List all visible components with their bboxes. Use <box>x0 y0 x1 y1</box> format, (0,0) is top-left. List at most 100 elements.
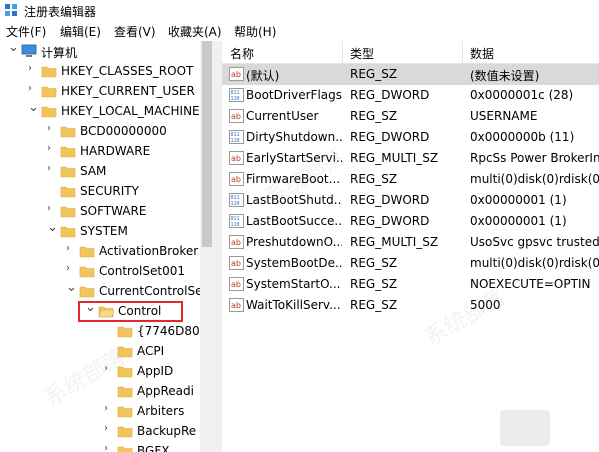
tree-node[interactable]: › HARDWARE <box>0 141 200 161</box>
menu-favorites[interactable]: 收藏夹(A) <box>168 23 222 40</box>
tree-node-label: SECURITY <box>80 184 139 198</box>
value-type: REG_SZ <box>350 109 398 123</box>
table-row[interactable]: ab CurrentUser REG_SZ USERNAME <box>222 106 599 127</box>
value-name: FirmwareBoot... <box>246 172 341 186</box>
chevron-down-icon[interactable]: ⌄ <box>28 100 39 115</box>
value-data: USERNAME <box>470 109 538 123</box>
tree-node[interactable]: ⌄ SYSTEM <box>0 220 200 241</box>
menu-edit[interactable]: 编辑(E) <box>60 23 101 40</box>
tree-node[interactable]: ⌄ CurrentControlSet <box>0 280 200 301</box>
folder-icon <box>117 404 133 418</box>
chevron-right-icon[interactable]: › <box>47 203 57 217</box>
value-data: UsoSvc gpsvc trustedi <box>470 235 599 249</box>
value-name: LastBootShutd... <box>246 193 342 207</box>
registry-tree[interactable]: ⌄ 计算机 › HKEY_CLASSES_ROOT › HKEY_CURRENT… <box>0 41 200 452</box>
tree-node[interactable]: {7746D80F <box>0 321 200 341</box>
svg-text:ab: ab <box>231 280 241 289</box>
table-row[interactable]: 011 110 LastBootShutd... REG_DWORD 0x0000… <box>222 190 599 211</box>
reg-string-icon: ab <box>229 277 244 291</box>
menu-file[interactable]: 文件(F) <box>6 23 46 40</box>
table-row[interactable]: 011 110 DirtyShutdown... REG_DWORD 0x0000… <box>222 127 599 148</box>
table-row[interactable]: ab SystemStartO... REG_SZ NOEXECUTE=OPTI… <box>222 274 599 295</box>
folder-icon <box>117 324 133 338</box>
svg-text:ab: ab <box>231 154 241 163</box>
chevron-right-icon[interactable]: › <box>47 163 57 177</box>
chevron-right-icon[interactable]: › <box>104 363 114 377</box>
tree-node-label: HARDWARE <box>80 144 151 158</box>
tree-node[interactable]: › AppID <box>0 361 200 381</box>
folder-icon <box>117 364 133 378</box>
value-data: multi(0)disk(0)rdisk(0) <box>470 256 599 270</box>
tree-node[interactable]: › BackupRe <box>0 421 200 441</box>
tree-node[interactable]: › ControlSet001 <box>0 261 200 281</box>
chevron-down-icon[interactable]: ⌄ <box>47 220 58 235</box>
chevron-right-icon[interactable]: › <box>104 443 114 452</box>
table-row[interactable]: ab PreshutdownO... REG_MULTI_SZ UsoSvc g… <box>222 232 599 253</box>
chevron-right-icon[interactable]: › <box>28 83 38 97</box>
menu-view[interactable]: 查看(V) <box>114 23 156 40</box>
folder-icon <box>41 84 57 98</box>
folder-icon <box>60 164 76 178</box>
table-row[interactable]: ab (默认) REG_SZ (数值未设置) <box>222 64 599 85</box>
chevron-right-icon[interactable]: › <box>66 243 76 257</box>
value-type: REG_DWORD <box>350 214 430 228</box>
chevron-right-icon[interactable]: › <box>104 403 114 417</box>
svg-text:110: 110 <box>231 201 240 207</box>
column-data-header[interactable]: 数据 <box>470 45 494 62</box>
value-name: BootDriverFlags <box>246 88 342 102</box>
tree-node[interactable]: ⌄ 计算机 <box>0 41 200 61</box>
table-row[interactable]: ab EarlyStartServi... REG_MULTI_SZ RpcSs… <box>222 148 599 169</box>
tree-node-label: CurrentControlSet <box>99 284 200 298</box>
chevron-right-icon[interactable]: › <box>104 423 114 437</box>
chevron-down-icon[interactable]: ⌄ <box>8 41 19 55</box>
table-row[interactable]: ab SystemBootDe... REG_SZ multi(0)disk(0… <box>222 253 599 274</box>
list-header: 名称 类型 数据 <box>222 41 599 64</box>
tree-node[interactable]: › Arbiters <box>0 401 200 421</box>
tree-node[interactable]: › ActivationBroker <box>0 241 200 261</box>
value-type: REG_DWORD <box>350 193 430 207</box>
column-type-header[interactable]: 类型 <box>350 45 374 62</box>
table-row[interactable]: ab FirmwareBoot... REG_SZ multi(0)disk(0… <box>222 169 599 190</box>
reg-string-icon: ab <box>229 256 244 270</box>
tree-scrollbar-thumb[interactable] <box>202 41 212 247</box>
values-list[interactable]: 名称 类型 数据 ab (默认) REG_SZ (数值未设置) 011 110 B… <box>222 41 599 452</box>
table-row[interactable]: 011 110 BootDriverFlags REG_DWORD 0x00000… <box>222 85 599 106</box>
chevron-right-icon[interactable]: › <box>47 123 57 137</box>
value-type: REG_MULTI_SZ <box>350 151 439 165</box>
reg-string-icon: ab <box>229 298 244 312</box>
reg-string-icon: ab <box>229 235 244 249</box>
tree-node[interactable]: SECURITY <box>0 181 200 201</box>
tree-node[interactable]: › SAM <box>0 161 200 181</box>
column-name-header[interactable]: 名称 <box>230 45 254 62</box>
folder-icon <box>79 244 95 258</box>
tree-node-label: ActivationBroker <box>99 244 199 258</box>
menu-bar: 文件(F) 编辑(E) 查看(V) 收藏夹(A) 帮助(H) <box>0 20 599 40</box>
value-name: PreshutdownO... <box>246 235 342 249</box>
tree-node[interactable]: AppReadi <box>0 381 200 401</box>
chevron-down-icon[interactable]: ⌄ <box>66 280 77 295</box>
table-row[interactable]: 011 110 LastBootSucce... REG_DWORD 0x0000… <box>222 211 599 232</box>
value-type: REG_SZ <box>350 67 398 81</box>
tree-node[interactable]: ⌄ HKEY_LOCAL_MACHINE <box>0 100 200 121</box>
folder-icon <box>41 104 57 118</box>
tree-node[interactable]: › HKEY_CURRENT_USER <box>0 81 200 101</box>
tree-node-label: HKEY_CURRENT_USER <box>61 84 195 98</box>
reg-string-icon: ab <box>229 109 244 123</box>
tree-node[interactable]: ACPI <box>0 341 200 361</box>
folder-icon <box>60 184 76 198</box>
svg-text:ab: ab <box>231 301 241 310</box>
chevron-right-icon[interactable]: › <box>47 143 57 157</box>
folder-icon <box>117 384 133 398</box>
tree-node[interactable]: › BGFX <box>0 441 200 452</box>
watermark-logo <box>500 410 550 446</box>
tree-node[interactable]: › SOFTWARE <box>0 201 200 221</box>
svg-text:ab: ab <box>231 238 241 247</box>
tree-node[interactable]: › BCD00000000 <box>0 121 200 141</box>
pane-splitter[interactable] <box>214 41 222 452</box>
tree-scrollbar[interactable] <box>200 41 214 452</box>
menu-help[interactable]: 帮助(H) <box>234 23 276 40</box>
tree-node[interactable]: › HKEY_CLASSES_ROOT <box>0 61 200 81</box>
table-row[interactable]: ab WaitToKillServ... REG_SZ 5000 <box>222 295 599 316</box>
chevron-right-icon[interactable]: › <box>28 63 38 77</box>
chevron-right-icon[interactable]: › <box>66 263 76 277</box>
